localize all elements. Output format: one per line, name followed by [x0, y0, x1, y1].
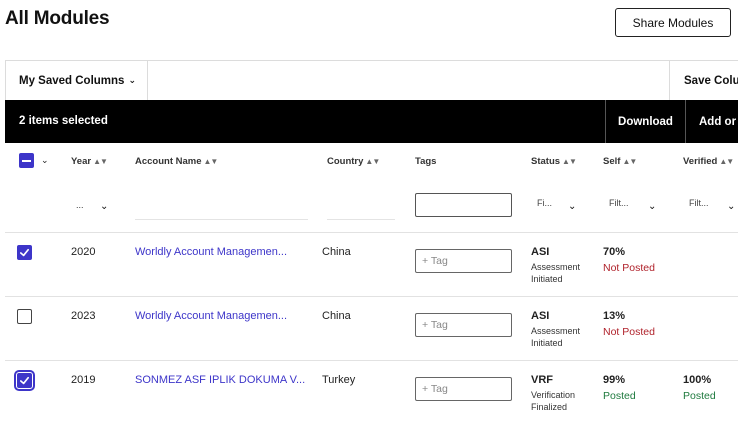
column-header-year[interactable]: Year ▲▼	[71, 156, 108, 167]
sort-icon: ▲▼	[719, 157, 734, 166]
self-filter[interactable]: Filt...	[609, 198, 629, 208]
check-icon	[19, 247, 30, 258]
self-percentage: 99%	[603, 374, 626, 386]
column-header-self[interactable]: Self ▲▼	[603, 156, 637, 167]
status-filter[interactable]: Fi...	[537, 198, 552, 208]
account-name-filter[interactable]	[135, 196, 308, 220]
row-year: 2020	[71, 246, 96, 258]
add-tag-input[interactable]: + Tag	[415, 377, 512, 401]
saved-columns-dropdown[interactable]: My Saved Columns ⌄	[6, 61, 148, 100]
selection-bar: 2 items selected Download Add or	[5, 100, 738, 143]
verified-filter-chevron-icon[interactable]: ⌄	[727, 201, 735, 212]
self-post-status: Not Posted	[603, 326, 655, 338]
self-percentage: 70%	[603, 246, 626, 258]
add-or-button[interactable]: Add or	[685, 100, 738, 143]
row-checkbox[interactable]	[17, 245, 32, 260]
row-checkbox[interactable]	[14, 370, 35, 391]
row-country: China	[322, 246, 351, 258]
account-name-link[interactable]: SONMEZ ASF IPLIK DOKUMA V...	[135, 374, 305, 386]
status-description: Assessment Initiated	[531, 262, 581, 284]
status-code: VRF	[531, 374, 553, 386]
column-header-account-name[interactable]: Account Name ▲▼	[135, 156, 219, 167]
row-country: Turkey	[322, 374, 356, 386]
year-filter-chevron-icon[interactable]: ⌄	[100, 201, 108, 212]
status-code: ASI	[531, 246, 550, 258]
sort-icon: ▲▼	[365, 157, 380, 166]
verified-filter[interactable]: Filt...	[689, 198, 709, 208]
select-menu-chevron-icon[interactable]: ⌄	[41, 155, 49, 166]
self-percentage: 13%	[603, 310, 626, 322]
verified-percentage: 100%	[683, 374, 712, 386]
self-post-status: Posted	[603, 390, 636, 402]
sort-icon: ▲▼	[622, 157, 637, 166]
status-description: Verification Finalized	[531, 390, 576, 412]
column-header-country[interactable]: Country ▲▼	[327, 156, 380, 167]
verified-post-status: Posted	[683, 390, 716, 402]
check-icon	[19, 375, 30, 386]
self-post-status: Not Posted	[603, 262, 655, 274]
year-filter-value: ...	[76, 200, 84, 210]
sort-icon: ▲▼	[562, 157, 577, 166]
column-header-tags: Tags	[415, 156, 437, 167]
table-row: 2020 Worldly Account Managemen... China + T…	[5, 232, 738, 296]
sort-icon: ▲▼	[203, 157, 219, 166]
add-tag-input[interactable]: + Tag	[415, 249, 512, 273]
status-description: Assessment Initiated	[531, 326, 581, 348]
selected-count: 2 items selected	[19, 115, 108, 127]
country-filter[interactable]	[327, 196, 395, 220]
status-code: ASI	[531, 310, 550, 322]
row-year: 2019	[71, 374, 96, 386]
row-checkbox[interactable]	[17, 309, 32, 324]
table-row: 2019 SONMEZ ASF IPLIK DOKUMA V... Turkey + …	[5, 360, 738, 424]
column-header-verified[interactable]: Verified ▲▼	[683, 156, 734, 167]
sort-icon: ▲▼	[93, 157, 108, 166]
account-name-link[interactable]: Worldly Account Managemen...	[135, 310, 287, 322]
page-title: All Modules	[5, 8, 110, 29]
account-name-link[interactable]: Worldly Account Managemen...	[135, 246, 287, 258]
tags-filter-input[interactable]	[415, 193, 512, 217]
row-country: China	[322, 310, 351, 322]
self-filter-chevron-icon[interactable]: ⌄	[648, 201, 656, 212]
columns-toolbar: My Saved Columns ⌄ Save Colu	[5, 60, 738, 100]
share-modules-button[interactable]: Share Modules	[615, 8, 731, 37]
table-row: 2023 Worldly Account Managemen... China + T…	[5, 296, 738, 360]
save-columns-button[interactable]: Save Colu	[669, 61, 738, 100]
download-button[interactable]: Download	[605, 100, 685, 143]
saved-columns-label: My Saved Columns	[19, 74, 125, 87]
table-header: ⌄ Year ▲▼ Account Name ▲▼ Country ▲▼ Tags S…	[5, 143, 738, 233]
indeterminate-dash-icon	[22, 159, 31, 162]
select-all-checkbox[interactable]	[19, 153, 34, 168]
column-header-status[interactable]: Status ▲▼	[531, 156, 577, 167]
row-year: 2023	[71, 310, 96, 322]
add-tag-input[interactable]: + Tag	[415, 313, 512, 337]
chevron-down-icon: ⌄	[128, 75, 136, 85]
status-filter-chevron-icon[interactable]: ⌄	[568, 201, 576, 212]
